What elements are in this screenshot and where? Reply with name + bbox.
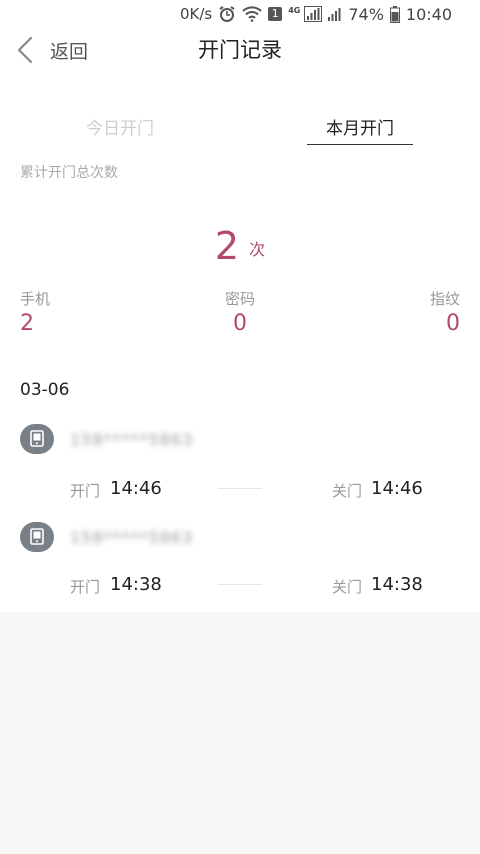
net-speed: 0K/s bbox=[179, 5, 213, 23]
network-type: 4G bbox=[288, 6, 301, 15]
total-unit: 次 bbox=[249, 240, 266, 259]
back-label: 返回 bbox=[50, 40, 89, 63]
total-label: 累计开门总次数 bbox=[20, 165, 118, 181]
open-label: 开门 bbox=[70, 578, 101, 596]
divider-line bbox=[218, 584, 262, 585]
close-time: 14:38 bbox=[371, 574, 423, 595]
signal-icon bbox=[304, 6, 323, 22]
record-phone: 158*****5863 bbox=[70, 430, 194, 449]
total-number: 2 bbox=[214, 224, 240, 268]
clock: 10:40 bbox=[405, 4, 452, 24]
back-button[interactable]: 返回 bbox=[14, 28, 88, 72]
record-phone: 158*****5863 bbox=[70, 528, 194, 547]
alarm-icon bbox=[218, 5, 236, 23]
close-label: 关门 bbox=[332, 578, 363, 596]
tablet-icon bbox=[20, 522, 54, 552]
list-item[interactable]: 158*****5863 开门 14:46 关门 14:46 bbox=[0, 422, 480, 522]
close-label: 关门 bbox=[332, 482, 363, 500]
stat-fingerprint-label: 指纹 bbox=[429, 290, 460, 308]
battery-icon bbox=[389, 5, 400, 23]
tab-month[interactable]: 本月开门 bbox=[307, 114, 413, 145]
record-date: 03-06 bbox=[20, 380, 70, 400]
tab-today[interactable]: 今日开门 bbox=[80, 114, 160, 144]
stat-password-value: 0 bbox=[233, 311, 247, 336]
sim-badge: 1 bbox=[268, 7, 283, 21]
stat-fingerprint-value: 0 bbox=[446, 311, 460, 336]
divider-line bbox=[218, 488, 262, 489]
stat-fingerprint: 指纹 0 bbox=[430, 288, 460, 336]
stat-password-label: 密码 bbox=[224, 290, 255, 308]
tablet-icon bbox=[20, 424, 54, 454]
signal-icon-2 bbox=[328, 6, 342, 22]
open-time: 14:46 bbox=[110, 478, 162, 499]
summary-panel: 今日开门 本月开门 累计开门总次数 2次 手机 2 密码 0 指纹 0 bbox=[0, 72, 480, 368]
open-label: 开门 bbox=[70, 482, 101, 500]
stat-password: 密码 0 bbox=[0, 288, 480, 336]
wifi-icon bbox=[242, 6, 262, 22]
status-bar: 0K/s 1 4G 74% 10:40 bbox=[0, 0, 480, 28]
list-item[interactable]: 158*****5863 开门 14:38 关门 14:38 bbox=[0, 520, 480, 620]
total-count: 2次 bbox=[0, 224, 480, 268]
app-header: 返回 开门记录 bbox=[0, 28, 480, 72]
close-time: 14:46 bbox=[371, 478, 423, 499]
open-time: 14:38 bbox=[110, 574, 162, 595]
battery-percent: 74% bbox=[348, 4, 384, 24]
records-list: 03-06 158*****5863 开门 14:46 关门 14:46 158… bbox=[0, 368, 480, 612]
chevron-left-icon bbox=[14, 35, 36, 65]
